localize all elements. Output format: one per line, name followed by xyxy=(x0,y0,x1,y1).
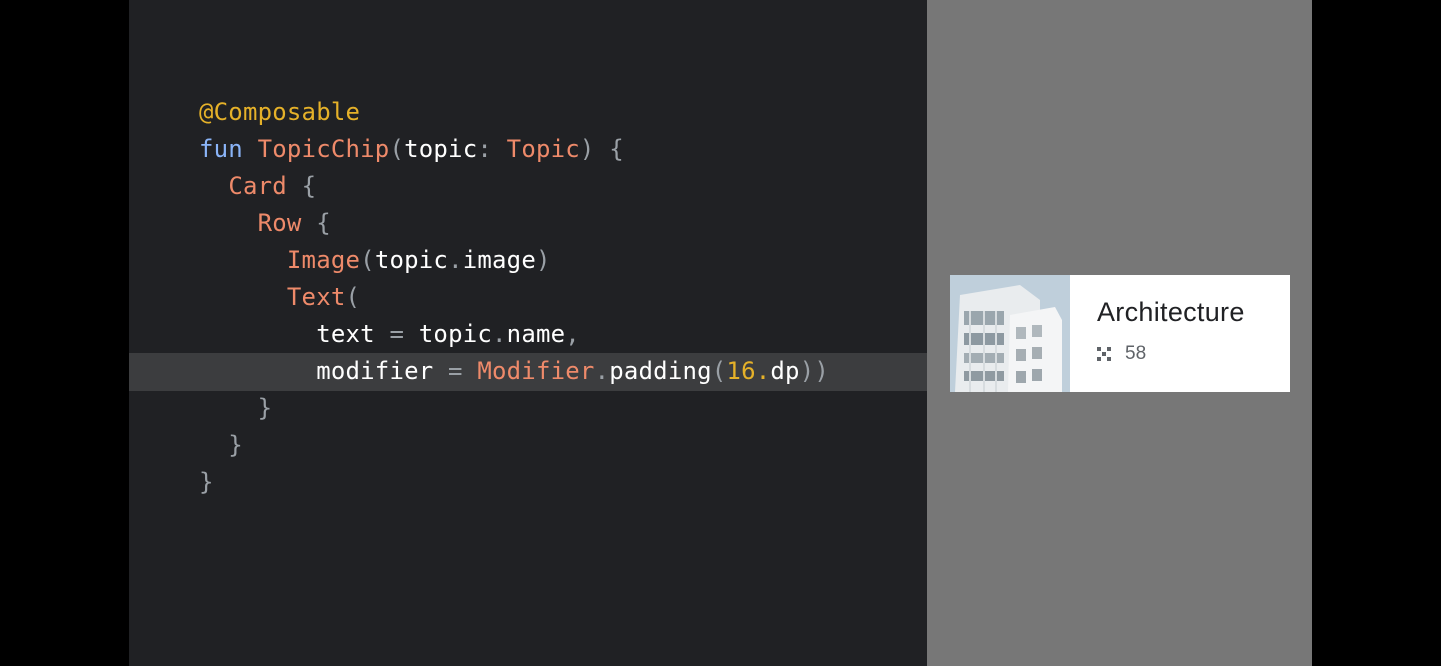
code-token: , xyxy=(565,320,580,348)
code-editor-pane: @Composable fun TopicChip(topic: Topic) {… xyxy=(129,0,927,666)
code-token: ) { xyxy=(579,135,624,163)
code-token: ) xyxy=(535,246,551,274)
code-token: Card xyxy=(228,172,287,200)
code-line: } xyxy=(199,427,829,464)
code-token: topic xyxy=(418,320,493,348)
code-token: : xyxy=(477,135,507,163)
code-token: { xyxy=(301,209,331,237)
code-token: } xyxy=(199,468,214,496)
code-token: text xyxy=(316,320,375,348)
code-token: padding xyxy=(609,357,712,385)
code-token: . xyxy=(492,320,507,348)
topic-image xyxy=(950,275,1070,392)
code-token: ( xyxy=(360,246,375,274)
code-token: Image xyxy=(286,246,361,274)
grid-dots-icon xyxy=(1097,347,1111,361)
code-token: { xyxy=(286,172,317,200)
code-line: Text( xyxy=(199,279,829,316)
code-token: modifier xyxy=(316,357,434,385)
building-image-icon xyxy=(950,275,1070,392)
topic-text-column: Architecture 58 xyxy=(1070,275,1245,392)
topic-count: 58 xyxy=(1125,343,1147,364)
code-token: Row xyxy=(257,209,302,237)
code-token: topic xyxy=(404,135,478,163)
code-line: modifier = Modifier.padding(16.dp)) xyxy=(129,353,927,391)
code-token: ( xyxy=(345,283,361,311)
code-token: )) xyxy=(799,357,829,385)
slide: @Composable fun TopicChip(topic: Topic) {… xyxy=(129,0,1312,666)
code-line: fun TopicChip(topic: Topic) { xyxy=(199,131,829,168)
code-token: ( xyxy=(711,357,727,385)
code-token: @Composable xyxy=(199,98,361,126)
code-token: = xyxy=(374,320,419,348)
code-line: Image(topic.image) xyxy=(199,242,829,279)
code-block: @Composable fun TopicChip(topic: Topic) {… xyxy=(129,94,927,501)
code-line: } xyxy=(199,464,829,501)
code-line: } xyxy=(199,390,829,427)
code-token: = xyxy=(433,357,478,385)
code-token: name xyxy=(506,320,566,348)
topic-chip-card[interactable]: Architecture 58 xyxy=(950,275,1290,392)
code-token: } xyxy=(199,431,243,459)
code-token: ( xyxy=(389,135,405,163)
code-line: Row { xyxy=(199,205,829,242)
code-line: @Composable xyxy=(199,94,829,131)
code-token: Modifier xyxy=(477,357,595,385)
code-token: . xyxy=(448,246,463,274)
code-token: Topic xyxy=(506,135,580,163)
code-token: image xyxy=(462,246,536,274)
preview-pane: Architecture 58 xyxy=(927,0,1312,666)
code-token: TopicChip xyxy=(257,135,390,163)
topic-name: Architecture xyxy=(1097,297,1245,327)
code-line: Card { xyxy=(199,168,829,205)
code-token: dp xyxy=(770,357,800,385)
code-token: 16. xyxy=(726,357,771,385)
code-token: } xyxy=(199,394,273,422)
code-token: topic xyxy=(374,246,449,274)
code-token: Text xyxy=(286,283,346,311)
code-token: fun xyxy=(199,135,258,163)
code-line: text = topic.name, xyxy=(199,316,829,353)
topic-meta: 58 xyxy=(1097,343,1245,365)
code-token: . xyxy=(594,357,610,385)
